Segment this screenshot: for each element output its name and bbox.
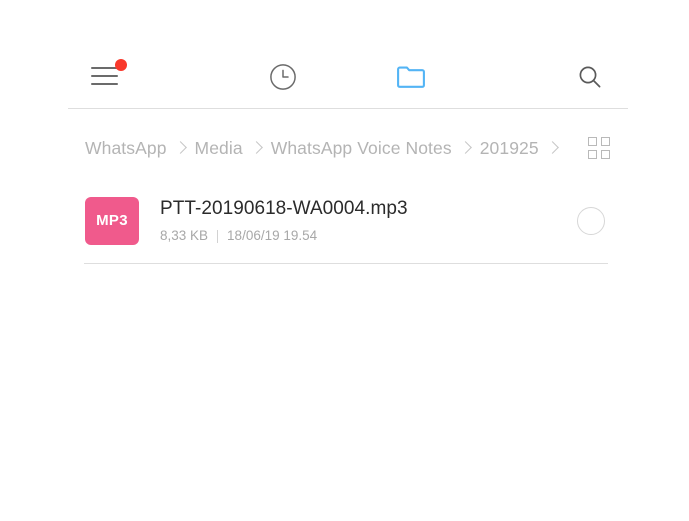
search-button[interactable]	[577, 64, 603, 90]
clock-icon	[270, 63, 296, 90]
file-list: MP3 PTT-20190618-WA0004.mp3 8,33 KB 18/0…	[84, 178, 608, 264]
breadcrumb-item-whatsapp-voice-notes[interactable]: WhatsApp Voice Notes	[271, 138, 452, 159]
breadcrumb-item-201925[interactable]: 201925	[480, 138, 539, 159]
breadcrumb-item-whatsapp[interactable]: WhatsApp	[85, 138, 167, 159]
grid-icon-cell	[588, 137, 597, 146]
hamburger-line	[91, 83, 118, 85]
menu-button[interactable]	[91, 59, 127, 86]
folder-icon	[397, 66, 425, 88]
toolbar-slot-search	[475, 45, 628, 108]
grid-icon-cell	[588, 150, 597, 159]
toolbar-divider	[68, 108, 628, 109]
toolbar-slot-menu	[68, 45, 219, 108]
folders-button[interactable]	[396, 63, 426, 91]
top-toolbar	[68, 45, 628, 108]
file-select-checkbox[interactable]	[577, 206, 605, 235]
chevron-right-icon	[458, 140, 474, 156]
meta-divider	[217, 229, 219, 243]
file-manager-app: WhatsApp Media WhatsApp Voice Notes 2019…	[0, 0, 689, 521]
file-name: PTT-20190618-WA0004.mp3	[160, 198, 408, 219]
hamburger-line	[91, 75, 118, 77]
grid-icon-cell	[601, 150, 610, 159]
file-info: PTT-20190618-WA0004.mp3 8,33 KB 18/06/19…	[160, 197, 577, 244]
file-type-badge: MP3	[85, 196, 139, 245]
breadcrumb-item-media[interactable]: Media	[195, 138, 243, 159]
breadcrumb: WhatsApp Media WhatsApp Voice Notes 2019…	[85, 138, 580, 159]
chevron-right-icon	[173, 140, 189, 156]
notification-badge-dot	[115, 59, 127, 71]
chevron-right-icon	[249, 140, 265, 156]
search-icon	[579, 66, 601, 87]
grid-icon-cell	[601, 137, 610, 146]
file-modified-date: 18/06/19 19.54	[227, 228, 318, 243]
hamburger-line	[91, 67, 118, 69]
breadcrumb-bar: WhatsApp Media WhatsApp Voice Notes 2019…	[85, 130, 610, 166]
table-row[interactable]: MP3 PTT-20190618-WA0004.mp3 8,33 KB 18/0…	[84, 178, 608, 264]
grid-view-toggle-button[interactable]	[588, 137, 610, 159]
file-meta: 8,33 KB 18/06/19 19.54	[160, 228, 577, 244]
recent-button[interactable]	[269, 63, 297, 91]
toolbar-slot-folders	[347, 45, 475, 108]
chevron-right-icon	[545, 140, 561, 156]
toolbar-slot-recent	[219, 45, 347, 108]
file-size: 8,33 KB	[160, 228, 209, 243]
